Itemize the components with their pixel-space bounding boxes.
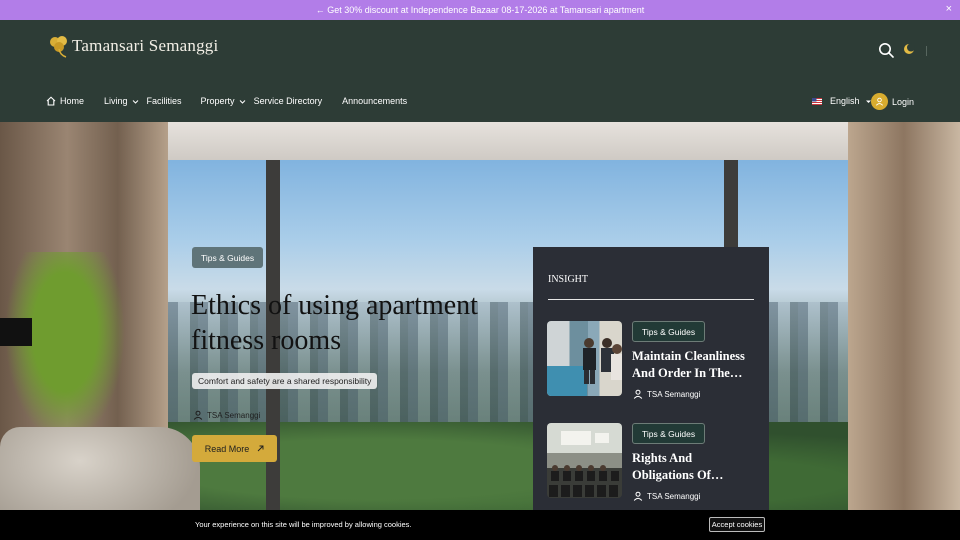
hero-author[interactable]: TSA Semanggi [193,410,260,420]
close-icon[interactable]: × [946,3,952,15]
brand-logo[interactable]: Tamansari Semanggi [46,33,218,59]
language-selector[interactable]: English [812,96,872,106]
hero-author-name: TSA Semanggi [207,410,261,420]
nav-announcements-label: Announcements [342,96,408,106]
user-icon [633,491,643,501]
accept-cookies-label: Accept cookies [711,520,763,529]
login-label: Login [892,96,915,107]
arrow-up-right-icon [257,445,264,452]
meeting-photo-icon [549,431,619,497]
moon-icon[interactable] [903,43,915,55]
brand-name: Tamansari Semanggi [72,36,219,55]
cookie-banner: Your experience on this site will be imp… [0,510,960,540]
plant-decoration [0,252,130,452]
cookie-message: Your experience on this site will be imp… [195,520,412,529]
nav-announcements[interactable]: Announcements [342,96,407,106]
insight-card-author-name: TSA Semanggi [647,491,701,501]
nav-living-label: Living [104,96,128,106]
search-icon[interactable] [878,42,894,58]
nav-property-label: Property [200,96,235,106]
curtain-right [848,122,960,540]
clover-logo-icon [50,36,67,58]
hero-subtitle-text: Comfort and safety are a shared responsi… [198,376,372,386]
nav-home[interactable]: Home [46,96,84,106]
insight-divider [548,299,754,300]
insight-title: INSIGHT [548,274,588,285]
user-icon [633,389,643,399]
main-nav: Home Living Facilities Property Service … [46,96,407,106]
language-label: English [830,96,860,106]
nav-facilities[interactable]: Facilities [147,96,182,106]
chevron-down-icon [132,99,138,104]
insight-panel: INSIGHT Tips & Guides Maintain Cleanline… [533,247,769,517]
insight-card-thumbnail[interactable] [547,423,622,498]
insight-card-author[interactable]: TSA Semanggi [633,389,700,399]
insight-card-author[interactable]: TSA Semanggi [633,491,700,501]
insight-card-tag[interactable]: Tips & Guides [632,423,706,444]
people-photo-icon [547,338,622,396]
insight-card-tag[interactable]: Tips & Guides [632,321,706,342]
lamp-decoration [0,318,32,346]
hero-category-label: Tips & Guides [201,252,255,263]
read-more-button[interactable]: Read More [192,435,277,462]
hero-title[interactable]: Ethics of using apartment fitness rooms [191,288,521,358]
accept-cookies-button[interactable]: Accept cookies [709,517,765,532]
site-header: Tamansari Semanggi Home Living Facilitie… [0,20,960,122]
hero-category-tag[interactable]: Tips & Guides [192,247,264,268]
insight-card-title[interactable]: Maintain Cleanliness And Order In The… [632,348,757,382]
us-flag-icon [812,97,822,105]
user-circle-icon [871,93,888,110]
header-divider [926,46,927,56]
nav-service-directory-label: Service Directory [253,96,323,106]
home-icon [46,96,56,106]
promo-text[interactable]: ← Get 30% discount at Independence Bazaa… [316,5,645,15]
user-icon [193,410,203,420]
login-button[interactable]: Login [871,93,914,110]
insight-card-author-name: TSA Semanggi [647,389,701,399]
nav-home-label: Home [60,96,85,106]
promo-bar[interactable]: ← Get 30% discount at Independence Bazaa… [0,0,960,20]
nav-service-directory[interactable]: Service Directory [254,96,323,106]
hero-subtitle: Comfort and safety are a shared responsi… [192,373,378,389]
chevron-down-icon [239,99,245,104]
read-more-label: Read More [204,443,250,454]
nav-facilities-label: Facilities [146,96,182,106]
insight-card-thumbnail[interactable] [547,321,622,396]
insight-card-title[interactable]: Rights And Obligations Of… [632,450,757,484]
nav-property[interactable]: Property [201,96,246,106]
nav-living[interactable]: Living [104,96,139,106]
